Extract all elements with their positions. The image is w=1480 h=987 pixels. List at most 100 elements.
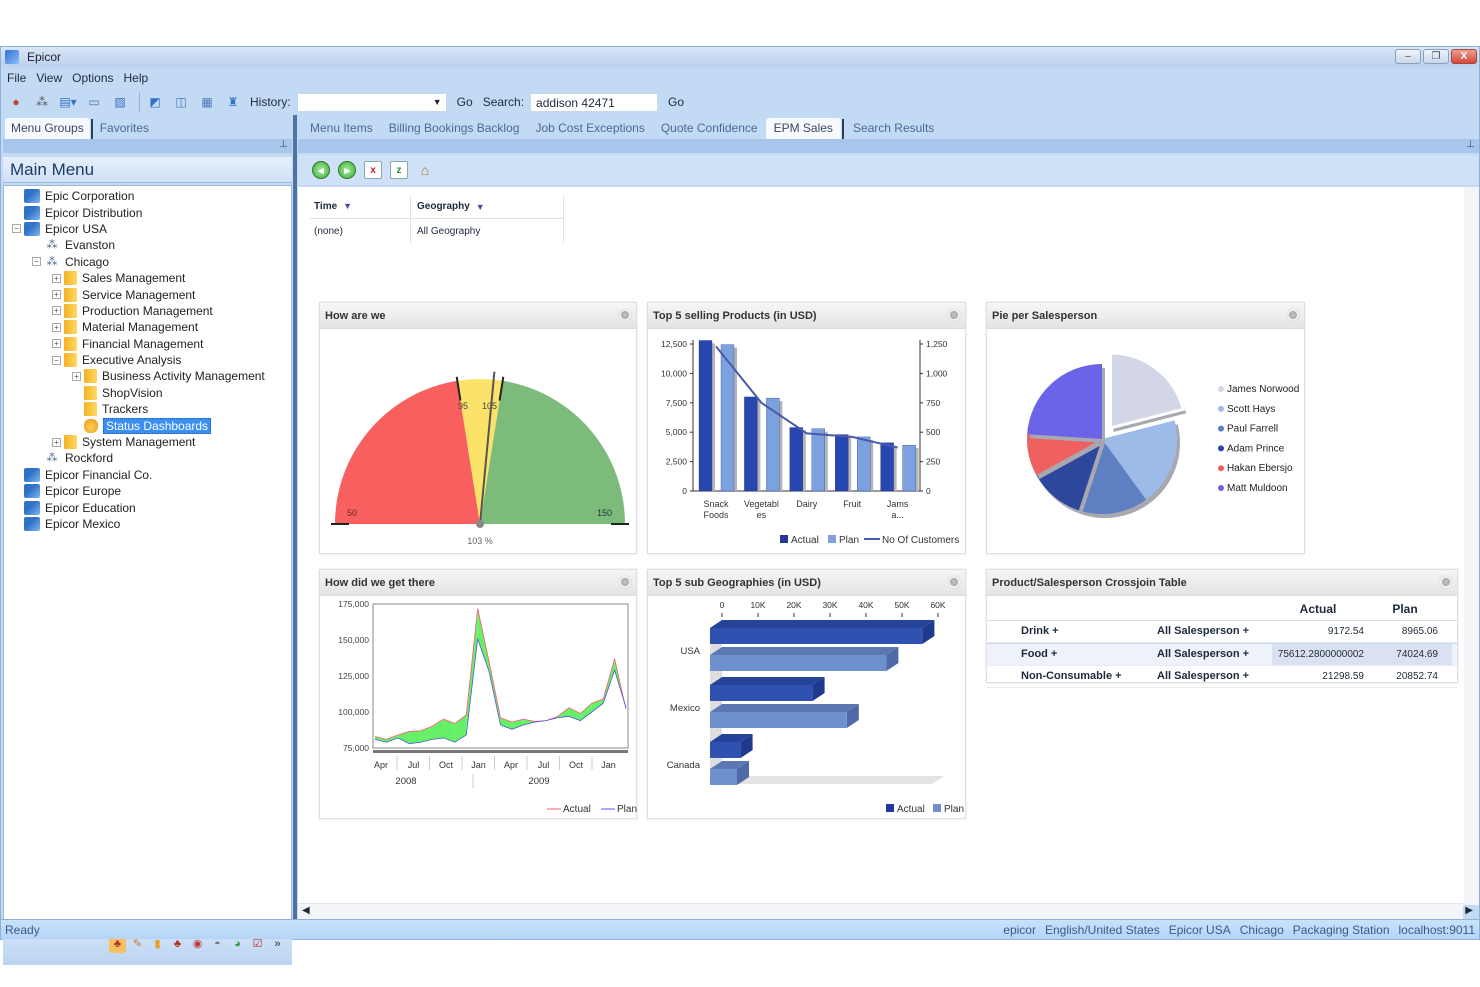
vertical-scrollbar[interactable]: [1464, 187, 1479, 905]
tab-billing-bookings-backlog[interactable]: Billing Bookings Backlog: [381, 118, 528, 139]
time-filter-header[interactable]: Time ▼: [310, 201, 410, 212]
menu-options[interactable]: Options: [72, 71, 113, 85]
tab-search-results[interactable]: Search Results: [845, 118, 942, 139]
time-filter-value[interactable]: (none): [310, 226, 410, 237]
widget-options-icon[interactable]: [1440, 576, 1452, 588]
menu-view[interactable]: View: [36, 71, 62, 85]
expand-icon[interactable]: +: [52, 339, 61, 349]
gauge-tick-label: 50: [347, 508, 357, 518]
y-tick-label: 7,500: [666, 398, 688, 408]
forward-icon[interactable]: ▸: [338, 161, 356, 179]
close-button[interactable]: X: [1451, 49, 1477, 64]
tree-item[interactable]: + Business Activity Management: [4, 368, 291, 384]
salesperson-cell[interactable]: All Salesperson +: [1157, 670, 1272, 682]
chevron-down-icon[interactable]: ▼: [433, 97, 442, 107]
history-go-button[interactable]: Go: [457, 95, 473, 109]
widget-title: How are we: [325, 310, 386, 322]
collapse-icon[interactable]: −: [12, 224, 21, 234]
product-cell[interactable]: Drink +: [987, 625, 1157, 637]
tree-item[interactable]: + System Management: [4, 434, 291, 450]
tree-item[interactable]: + Service Management: [4, 286, 291, 302]
tab-job-cost-exceptions[interactable]: Job Cost Exceptions: [527, 118, 652, 139]
expand-icon[interactable]: +: [52, 322, 61, 332]
tab-favorites[interactable]: Favorites: [94, 118, 155, 139]
tree-item[interactable]: + Sales Management: [4, 270, 291, 286]
users-icon[interactable]: ●: [7, 93, 25, 111]
widget-options-icon[interactable]: [948, 576, 960, 588]
widget-options-icon[interactable]: [948, 309, 960, 321]
menu-file[interactable]: File: [7, 71, 26, 85]
scroll-right-icon[interactable]: ▶: [1465, 905, 1473, 916]
menu-help[interactable]: Help: [124, 71, 149, 85]
home-icon[interactable]: ⌂: [416, 161, 434, 179]
history-dropdown[interactable]: ▼: [296, 92, 447, 112]
tree-item-label: Executive Analysis: [82, 353, 182, 368]
tree-item[interactable]: Epicor Europe: [4, 483, 291, 499]
tree-item[interactable]: − Epicor USA: [4, 221, 291, 237]
collapse-icon[interactable]: −: [52, 355, 61, 365]
tree-item[interactable]: ShopVision: [4, 385, 291, 401]
expand-icon[interactable]: +: [52, 273, 61, 283]
plan-bar: [811, 428, 825, 492]
widget-options-icon[interactable]: [1287, 309, 1299, 321]
tree-item[interactable]: − ⁂ Chicago: [4, 254, 291, 270]
salesperson-cell[interactable]: All Salesperson +: [1157, 625, 1272, 637]
pin-icon[interactable]: ⊥: [1466, 139, 1475, 150]
org-chart-icon[interactable]: ⁂: [33, 93, 51, 111]
widget-title: How did we get there: [325, 577, 436, 589]
tree-item-label: Sales Management: [82, 271, 186, 286]
people-icon[interactable]: ◩: [146, 93, 164, 111]
tab-menu-items[interactable]: Menu Items: [302, 118, 381, 139]
pin-icon[interactable]: ⊥: [279, 139, 288, 150]
tree-item[interactable]: + Production Management: [4, 303, 291, 319]
dropdown-arrow-icon[interactable]: ▼: [476, 202, 485, 212]
expand-icon[interactable]: +: [52, 437, 61, 447]
restore-button[interactable]: ❐: [1423, 49, 1449, 64]
card-icon[interactable]: ▭: [85, 93, 103, 111]
expand-icon[interactable]: +: [72, 371, 81, 381]
tree-item[interactable]: Status Dashboards: [4, 417, 291, 434]
tree-item[interactable]: + Financial Management: [4, 336, 291, 352]
tree-item[interactable]: Epicor Financial Co.: [4, 467, 291, 483]
expand-icon[interactable]: +: [52, 290, 61, 300]
tree-item[interactable]: ⁂ Rockford: [4, 450, 291, 466]
tree-item[interactable]: + Material Management: [4, 319, 291, 335]
search-doc-icon[interactable]: ◫: [172, 93, 190, 111]
graduate-icon[interactable]: ♜: [224, 93, 242, 111]
widget-options-icon[interactable]: [619, 309, 631, 321]
calendar-icon[interactable]: ▦: [198, 93, 216, 111]
search-go-button[interactable]: Go: [668, 95, 684, 109]
x-tick-label: 30K: [822, 600, 837, 610]
export-excel-icon[interactable]: x: [364, 161, 382, 179]
tree-item[interactable]: Trackers: [4, 401, 291, 417]
tab-quote-confidence[interactable]: Quote Confidence: [653, 118, 766, 139]
collapse-icon[interactable]: −: [32, 257, 41, 267]
tree-item[interactable]: ⁂ Evanston: [4, 237, 291, 253]
horizontal-scrollbar[interactable]: ◀ ▶: [298, 903, 1473, 919]
back-icon[interactable]: ◂: [312, 161, 330, 179]
product-cell[interactable]: Food +: [987, 648, 1157, 660]
tree-item[interactable]: Epicor Distribution: [4, 204, 291, 220]
expand-icon[interactable]: +: [52, 306, 61, 316]
widget-options-icon[interactable]: [619, 576, 631, 588]
tab-epm-sales[interactable]: EPM Sales: [765, 118, 841, 139]
geography-filter-value[interactable]: All Geography: [410, 219, 480, 243]
tree-item[interactable]: Epicor Education: [4, 499, 291, 515]
tree-item[interactable]: Epicor Mexico: [4, 516, 291, 532]
minimize-button[interactable]: –: [1395, 49, 1421, 64]
tab-menu-groups[interactable]: Menu Groups: [5, 118, 90, 139]
refresh-icon[interactable]: z: [390, 161, 408, 179]
scroll-left-icon[interactable]: ◀: [302, 905, 310, 916]
geography-filter-header[interactable]: Geography ▼: [410, 195, 485, 218]
dropdown-arrow-icon[interactable]: ▼: [343, 201, 352, 211]
product-cell[interactable]: Non-Consumable +: [987, 670, 1157, 682]
search-input[interactable]: addison 42471: [530, 92, 659, 112]
tree-item[interactable]: Epic Corporation: [4, 188, 291, 204]
panel-splitter[interactable]: [293, 115, 297, 919]
tree-item[interactable]: − Executive Analysis: [4, 352, 291, 368]
company-icon: [24, 467, 40, 482]
doc-icon[interactable]: ▨: [111, 93, 129, 111]
tree-item-label: Service Management: [82, 287, 196, 302]
salesperson-cell[interactable]: All Salesperson +: [1157, 648, 1272, 660]
company-icon[interactable]: ▤▾: [59, 93, 77, 111]
